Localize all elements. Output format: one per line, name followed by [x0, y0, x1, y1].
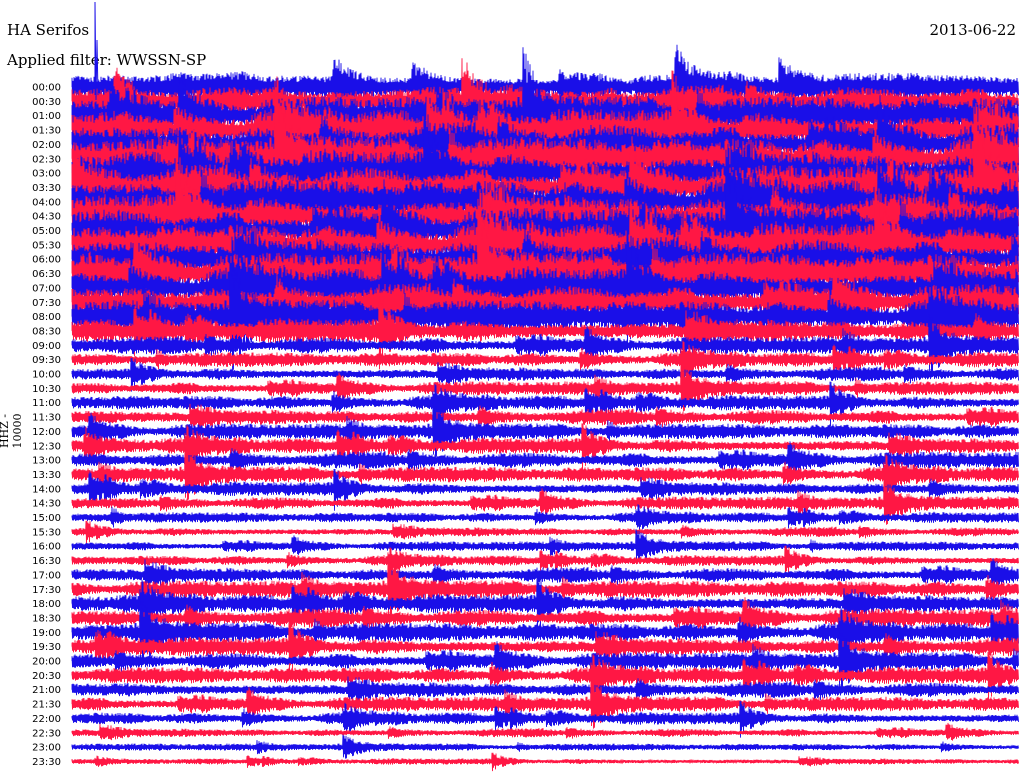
row-label: 05:30 [32, 240, 61, 251]
row-label: 20:30 [32, 671, 61, 682]
row-label: 23:00 [32, 743, 61, 754]
row-label: 05:00 [32, 226, 61, 237]
row-label: 19:30 [32, 642, 61, 653]
row-label: 01:30 [32, 126, 61, 137]
row-label: 22:00 [32, 714, 61, 725]
row-label: 06:00 [32, 255, 61, 266]
row-label: 06:30 [32, 269, 61, 280]
row-label: 15:00 [32, 513, 61, 524]
row-label: 02:00 [32, 140, 61, 151]
row-label: 15:30 [32, 527, 61, 538]
row-label: 09:00 [32, 341, 61, 352]
row-label: 21:00 [32, 685, 61, 696]
row-label: 10:30 [32, 384, 61, 395]
row-label: 18:30 [32, 613, 61, 624]
row-label: 13:30 [32, 470, 61, 481]
row-label: 09:30 [32, 355, 61, 366]
row-label: 21:30 [32, 700, 61, 711]
row-label: 11:00 [32, 398, 61, 409]
trace-2330 [71, 752, 1019, 772]
row-label: 14:00 [32, 484, 61, 495]
row-label: 08:00 [32, 312, 61, 323]
trace-spike [94, 1, 99, 101]
row-label: 17:00 [32, 570, 61, 581]
row-label: 04:00 [32, 197, 61, 208]
row-label: 07:00 [32, 283, 61, 294]
row-label: 16:00 [32, 542, 61, 553]
row-label: 18:00 [32, 599, 61, 610]
row-label: 23:30 [32, 757, 61, 768]
row-label: 10:00 [32, 370, 61, 381]
row-label: 00:00 [32, 83, 61, 94]
trace-2230 [71, 722, 1019, 741]
row-label: 08:30 [32, 326, 61, 337]
row-label: 14:30 [32, 499, 61, 510]
row-label: 00:30 [32, 97, 61, 108]
row-label: 17:30 [32, 585, 61, 596]
row-label: 02:30 [32, 154, 61, 165]
row-label: 03:30 [32, 183, 61, 194]
row-label: 01:00 [32, 111, 61, 122]
trace-1530 [71, 520, 1019, 545]
row-label: 11:30 [32, 413, 61, 424]
row-label: 12:30 [32, 441, 61, 452]
seismogram-plot: 00:00 00:30 01:00 01:30 02:00 02:30 03:00 03:30… [32, 1, 1019, 772]
row-label: 13:00 [32, 456, 61, 467]
row-label: 16:30 [32, 556, 61, 567]
row-label: 07:30 [32, 298, 61, 309]
row-label: 19:00 [32, 628, 61, 639]
trace-2300 [71, 734, 1019, 759]
row-label: 12:00 [32, 427, 61, 438]
row-label: 03:00 [32, 169, 61, 180]
row-label: 20:00 [32, 657, 61, 668]
row-label: 04:30 [32, 212, 61, 223]
row-label: 22:30 [32, 728, 61, 739]
